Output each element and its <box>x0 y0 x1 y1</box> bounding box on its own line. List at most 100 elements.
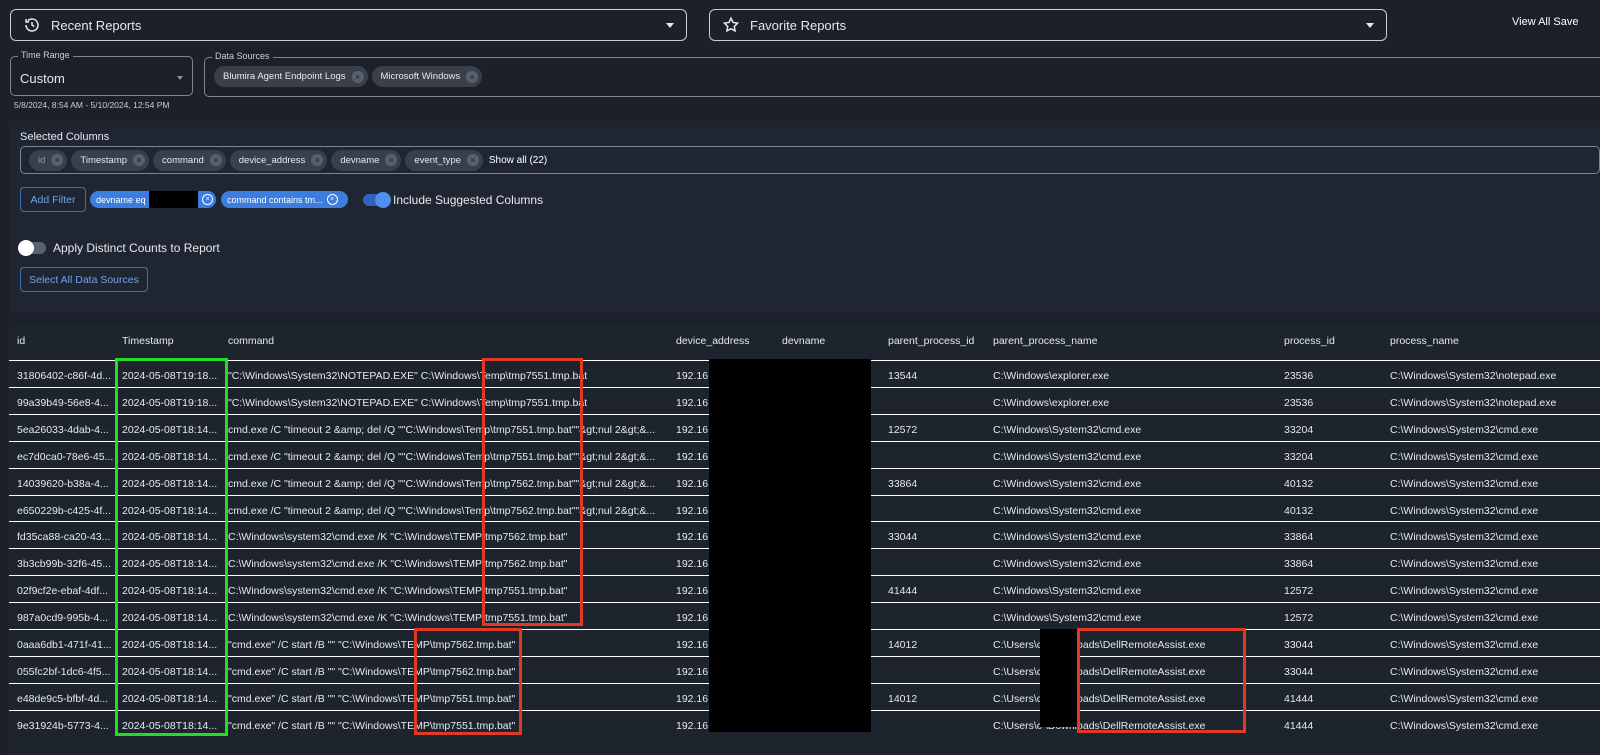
table-cell: 33204 <box>1284 450 1314 463</box>
data-sources-field[interactable]: Data Sources Blumira Agent Endpoint Logs… <box>204 51 1600 97</box>
table-cell: 192.16 <box>676 558 709 571</box>
close-icon[interactable]: × <box>311 154 324 166</box>
table-cell: 192.16 <box>676 504 709 517</box>
data-source-chip[interactable]: Microsoft Windows × <box>371 66 483 87</box>
table-cell: C:\Windows\System32\cmd.exe <box>993 558 1142 571</box>
column-header-parent-process-id[interactable]: parent_process_id <box>888 335 974 347</box>
timestamp-highlight <box>115 358 228 736</box>
table-cell: 33044 <box>1284 639 1314 651</box>
table-cell: 31806402-c86f-4d... <box>17 370 111 382</box>
table-cell: 23536 <box>1284 370 1314 382</box>
column-chip-event-type[interactable]: event_type × <box>405 149 483 171</box>
select-all-data-sources-button[interactable]: Select All Data Sources <box>20 267 148 292</box>
table-cell: cmd.exe /C "timeout 2 &amp; del /Q ""C:\… <box>228 450 656 463</box>
recent-reports-dropdown[interactable]: Recent Reports <box>10 9 687 41</box>
selected-columns-field[interactable]: id × Timestamp × command × device_address × … <box>20 146 1600 174</box>
table-cell: 055fc2bf-1dc6-4f5... <box>17 665 111 678</box>
chevron-down-icon <box>177 76 183 80</box>
report-toolbar: Recent Reports Favorite Reports View All… <box>0 0 1600 48</box>
table-cell: 9e31924b-5773-4... <box>17 719 109 732</box>
add-filter-button[interactable]: Add Filter <box>20 187 86 212</box>
table-cell: 14039620-b38a-4... <box>17 477 109 490</box>
favorite-reports-dropdown[interactable]: Favorite Reports <box>709 9 1387 41</box>
table-cell: e48de9c5-bfbf-4d... <box>17 692 109 705</box>
table-cell: 192.16 <box>676 396 709 409</box>
column-header-process-id[interactable]: process_id <box>1284 335 1335 347</box>
column-header-timestamp[interactable]: Timestamp <box>122 335 174 347</box>
column-chip-devname[interactable]: devname × <box>331 149 402 171</box>
redaction-block <box>1040 629 1078 727</box>
data-sources-legend: Data Sources <box>212 51 273 61</box>
distinct-counts-toggle[interactable] <box>18 240 46 256</box>
close-icon[interactable]: × <box>209 154 222 166</box>
close-icon[interactable]: × <box>466 154 479 166</box>
table-cell: e650229b-c425-4f... <box>17 504 111 517</box>
show-all-columns-link[interactable]: Show all (22) <box>489 155 547 166</box>
table-cell: ec7d0ca0-78e6-45... <box>17 450 114 463</box>
table-cell: 12572 <box>1284 585 1314 598</box>
column-chip-id[interactable]: id × <box>29 149 68 171</box>
chevron-down-icon <box>666 22 674 28</box>
column-header-command[interactable]: command <box>228 335 274 347</box>
table-cell: 192.16 <box>676 477 709 490</box>
date-range-text: 5/8/2024, 8:54 AM - 5/10/2024, 12:54 PM <box>14 100 170 110</box>
table-cell: 40132 <box>1284 504 1314 517</box>
table-cell: 12572 <box>888 423 918 436</box>
time-range-value: Custom <box>20 71 65 86</box>
table-cell: 192.16 <box>676 665 709 678</box>
table-cell: 14012 <box>888 692 918 705</box>
table-cell: 02f9cf2e-ebaf-4df... <box>17 585 109 598</box>
column-header-devname[interactable]: devname <box>782 335 825 347</box>
table-cell: 192.16 <box>676 612 709 625</box>
table-cell: C:\Windows\System32\cmd.exe <box>1390 585 1539 598</box>
column-header-parent-process-name[interactable]: parent_process_name <box>993 335 1097 347</box>
table-cell: C:\Windows\explorer.exe <box>993 370 1110 382</box>
table-cell: C:\Windows\System32\cmd.exe <box>993 450 1142 463</box>
column-chip-device-address[interactable]: device_address × <box>229 149 328 171</box>
star-icon <box>722 16 740 33</box>
selected-columns-title: Selected Columns <box>20 131 110 143</box>
toggle-knob <box>375 192 391 208</box>
table-cell: 192.16 <box>676 585 709 598</box>
table-cell: 99a39b49-56e8-4... <box>17 396 109 409</box>
column-chip-timestamp[interactable]: Timestamp × <box>71 149 150 171</box>
toggle-knob <box>18 240 34 256</box>
table-cell: C:\Windows\System32\cmd.exe <box>1390 719 1539 732</box>
table-cell: 41444 <box>1284 692 1314 705</box>
close-icon[interactable]: × <box>202 194 213 205</box>
column-header-device-address[interactable]: device_address <box>676 335 750 347</box>
recent-reports-label: Recent Reports <box>51 17 142 33</box>
table-cell: C:\Windows\System32\cmd.exe <box>993 531 1142 544</box>
close-icon[interactable]: × <box>351 70 364 83</box>
table-cell: C:\Windows\System32\cmd.exe <box>1390 665 1539 678</box>
command-highlight <box>482 358 583 626</box>
data-source-chip[interactable]: Blumira Agent Endpoint Logs × <box>214 66 368 87</box>
close-icon[interactable]: × <box>133 154 146 166</box>
close-icon[interactable]: × <box>51 154 64 166</box>
table-cell: 192.16 <box>676 450 709 463</box>
column-header-process-name[interactable]: process_name <box>1390 335 1459 347</box>
table-cell: C:\Windows\System32\cmd.exe <box>1390 612 1539 625</box>
distinct-counts-label: Apply Distinct Counts to Report <box>53 241 220 255</box>
close-icon[interactable]: × <box>326 194 338 205</box>
table-cell: C:\Windows\System32\cmd.exe <box>1390 558 1539 571</box>
table-cell: 192.16 <box>676 370 709 382</box>
column-header-id[interactable]: id <box>17 335 25 347</box>
include-suggested-toggle[interactable] <box>363 192 391 208</box>
column-chip-command[interactable]: command × <box>153 149 226 171</box>
filter-chip-command[interactable]: command contains tm... × <box>221 191 348 208</box>
table-cell: 33044 <box>888 531 918 544</box>
close-icon[interactable]: × <box>385 154 398 166</box>
table-cell: C:\Windows\System32\cmd.exe <box>993 423 1142 436</box>
table-cell: fd35ca88-ca20-43... <box>17 531 111 544</box>
time-range-select[interactable]: Time Range Custom <box>10 50 193 96</box>
table-cell: C:\Windows\System32\cmd.exe <box>1390 504 1539 517</box>
filter-chip-devname[interactable]: devname eq × <box>90 191 216 208</box>
table-cell: C:\Windows\explorer.exe <box>993 396 1110 409</box>
close-icon[interactable]: × <box>466 70 479 83</box>
table-cell: 192.16 <box>676 639 709 651</box>
view-all-saved-link[interactable]: View All Save <box>1512 16 1578 28</box>
redaction-block <box>709 359 871 732</box>
table-cell: 192.16 <box>676 692 709 705</box>
table-cell: C:\Windows\System32\cmd.exe <box>993 477 1142 490</box>
